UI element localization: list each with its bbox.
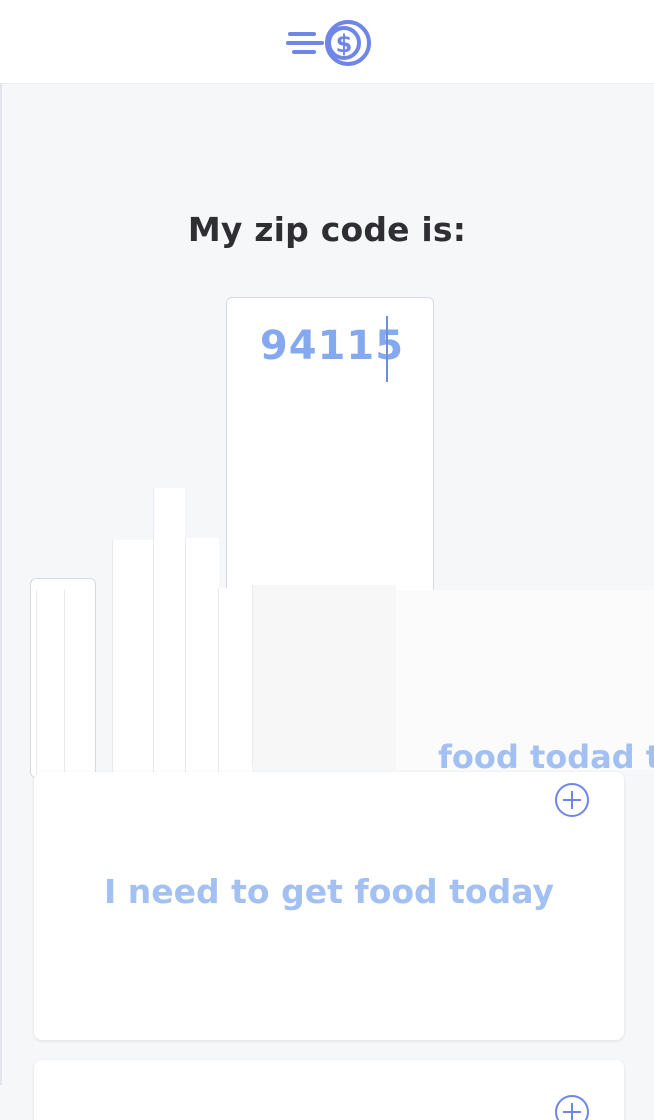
glitch-column-artifact xyxy=(36,590,64,775)
glitch-column-artifact xyxy=(64,590,86,775)
app-header: $ xyxy=(0,0,654,84)
option-card[interactable] xyxy=(34,1060,624,1120)
zip-code-title: My zip code is: xyxy=(187,210,467,249)
glitch-column-artifact xyxy=(112,540,154,775)
glitch-column-artifact xyxy=(153,488,185,775)
plus-circle-icon[interactable] xyxy=(554,1094,590,1120)
glitch-column-artifact xyxy=(218,588,252,775)
glitch-column-artifact xyxy=(185,538,219,775)
ghost-option-text: food todad to xyxy=(438,738,654,776)
option-card-food-today[interactable]: I need to get food today xyxy=(34,772,624,1040)
svg-text:$: $ xyxy=(336,30,353,58)
plus-circle-icon[interactable] xyxy=(554,782,590,818)
option-label: I need to get food today xyxy=(104,872,554,911)
glitch-column-artifact xyxy=(252,585,396,765)
page-left-border xyxy=(0,0,2,1085)
menu-coin-logo-icon[interactable]: $ xyxy=(284,16,378,70)
text-caret xyxy=(386,316,388,382)
zip-code-box xyxy=(226,297,434,597)
zip-code-input[interactable] xyxy=(247,320,417,372)
